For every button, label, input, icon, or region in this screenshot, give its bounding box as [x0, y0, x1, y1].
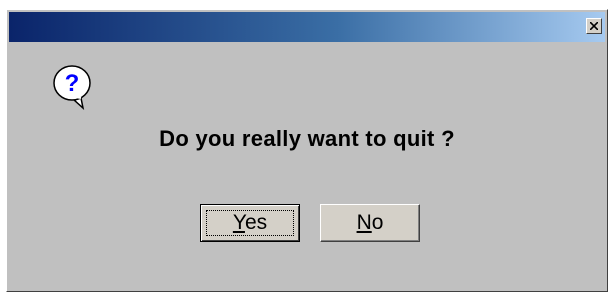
close-icon: [590, 22, 598, 30]
yes-label-rest: es: [244, 211, 268, 234]
quit-dialog: ? Do you really want to quit ? Yes No: [6, 9, 608, 292]
no-button[interactable]: No: [320, 204, 420, 242]
svg-text:?: ?: [65, 70, 80, 97]
yes-button[interactable]: Yes: [200, 204, 300, 242]
yes-mnemonic: Y: [232, 211, 245, 234]
title-bar[interactable]: [9, 12, 605, 42]
dialog-message: Do you really want to quit ?: [159, 126, 455, 151]
close-button[interactable]: [586, 18, 602, 34]
question-icon: ?: [53, 65, 91, 110]
no-label-rest: o: [371, 211, 384, 234]
no-mnemonic: N: [356, 211, 372, 234]
